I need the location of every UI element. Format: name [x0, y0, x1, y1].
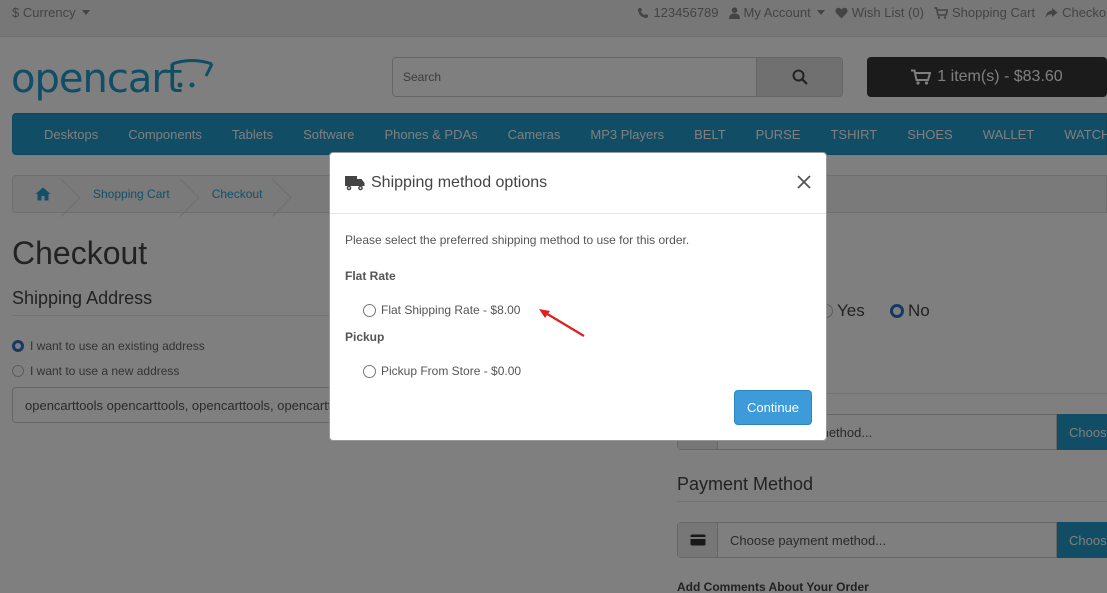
flat-rate-radio[interactable]	[363, 303, 376, 317]
close-icon[interactable]	[796, 174, 812, 190]
flat-rate-label: Flat Shipping Rate - $8.00	[381, 303, 521, 317]
modal-body: Please select the preferred shipping met…	[345, 233, 815, 378]
pickup-label: Pickup From Store - $0.00	[381, 364, 522, 378]
shipping-method-modal: Shipping method options Please select th…	[329, 152, 827, 441]
pickup-option[interactable]: Pickup From Store - $0.00	[363, 364, 521, 378]
flat-rate-group-title: Flat Rate	[345, 269, 396, 283]
flat-rate-option[interactable]: Flat Shipping Rate - $8.00	[363, 303, 520, 317]
modal-title: Shipping method options	[371, 174, 548, 191]
modal-header: Shipping method options	[330, 153, 826, 214]
continue-button[interactable]: Continue	[734, 390, 812, 425]
modal-intro: Please select the preferred shipping met…	[345, 233, 690, 247]
annotation-arrow-icon	[539, 309, 585, 337]
pickup-radio[interactable]	[363, 364, 376, 378]
truck-icon	[345, 176, 365, 191]
pickup-group-title: Pickup	[345, 330, 385, 344]
